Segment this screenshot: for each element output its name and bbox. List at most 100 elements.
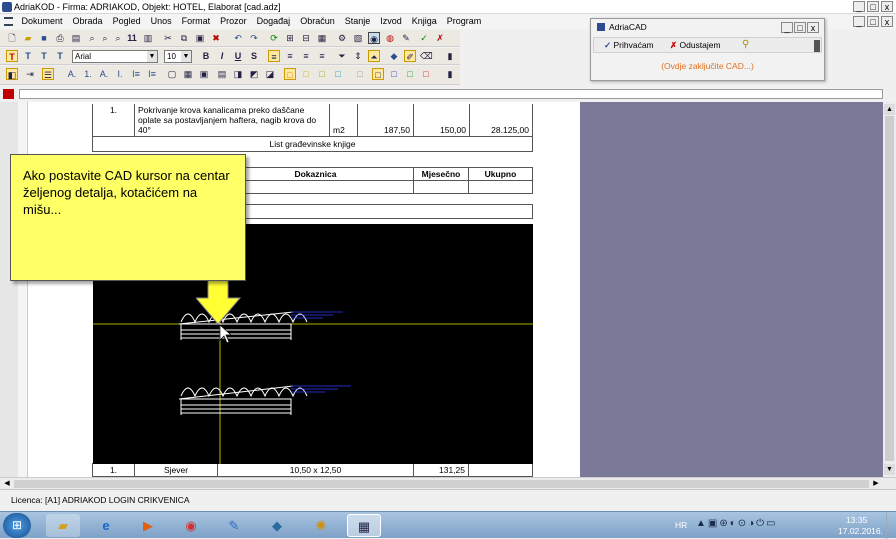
paste-icon[interactable]: ▣ <box>194 32 206 44</box>
font-select[interactable]: Arial ▼ <box>72 50 158 63</box>
numbering-lower-alpha[interactable]: A. <box>98 68 110 80</box>
show-desktop-button[interactable] <box>886 512 896 539</box>
columns-icon[interactable]: ▥ <box>142 32 154 44</box>
numbering-style-5[interactable]: I≡ <box>130 68 142 80</box>
italic-button[interactable]: I <box>216 50 228 62</box>
print-icon[interactable]: ⎙ <box>54 32 66 44</box>
horizontal-scrollbar[interactable]: ◀ ▶ <box>0 477 896 489</box>
accept-button[interactable]: ✓ Prihvaćam <box>604 40 654 51</box>
size-select[interactable]: 10 ▼ <box>164 50 192 63</box>
numbering-roman[interactable]: I. <box>114 68 126 80</box>
clock-date[interactable]: 17.02.2016. <box>838 526 883 536</box>
paint-icon[interactable]: ✎ <box>217 514 251 537</box>
camera-icon[interactable]: ◍ <box>384 32 396 44</box>
color-green-icon[interactable]: □ <box>404 68 416 80</box>
zoom-in-icon[interactable]: ⌕ <box>112 32 124 44</box>
zoom-page-icon[interactable]: ⌕ <box>86 32 98 44</box>
cancel-button[interactable]: ✗ Odustajem <box>670 40 721 51</box>
underline-button[interactable]: U <box>232 50 244 62</box>
fill-tool-icon[interactable]: ◧ <box>6 68 18 80</box>
border-style-1-icon[interactable]: ▤ <box>216 68 228 80</box>
copy-icon[interactable]: ⧉ <box>178 32 190 44</box>
bold-button[interactable]: B <box>200 50 212 62</box>
color-red-icon[interactable]: □ <box>420 68 432 80</box>
menu-obracun[interactable]: Obračun <box>295 14 340 26</box>
color-yellow-icon[interactable]: □ <box>300 68 312 80</box>
properties-icon[interactable]: ⚙ <box>336 32 348 44</box>
app-window-icon[interactable]: ◆ <box>260 514 294 537</box>
scroll-right-icon[interactable]: ▶ <box>871 479 881 489</box>
align-center-icon[interactable]: ≡ <box>284 50 296 62</box>
valign-middle-icon[interactable]: ⇕ <box>352 50 364 62</box>
color-orange-icon[interactable]: □ <box>284 68 296 80</box>
doc-minimize-button[interactable]: _ <box>853 16 865 27</box>
scroll-down-icon[interactable]: ▼ <box>884 464 895 475</box>
valign-bottom-icon[interactable]: ⏷ <box>336 50 348 62</box>
doc-close-button[interactable]: x <box>881 16 893 27</box>
scroll-left-icon[interactable]: ◀ <box>2 479 12 489</box>
numbering-arabic[interactable]: 1. <box>82 68 94 80</box>
color-black-icon[interactable]: □ <box>372 68 384 80</box>
color-lime-icon[interactable]: □ <box>316 68 328 80</box>
table-row[interactable]: 1. Pokrivanje krova kanalicama preko daš… <box>92 104 533 137</box>
toolbar-grip-icon[interactable] <box>814 40 820 52</box>
settings-app-icon[interactable]: ✺ <box>304 514 338 537</box>
list-icon[interactable]: ☰ <box>42 68 54 80</box>
file-explorer-icon[interactable]: ▰ <box>46 514 80 537</box>
save-icon[interactable]: ■ <box>38 32 50 44</box>
eraser-icon[interactable]: ⌫ <box>420 50 433 62</box>
minimize-button[interactable]: _ <box>853 1 865 12</box>
vertical-scrollbar[interactable]: ▲ ▼ <box>883 102 896 477</box>
maximize-button[interactable]: □ <box>867 1 879 12</box>
refresh-icon[interactable]: ⟳ <box>268 32 280 44</box>
image-icon[interactable]: ▧ <box>352 32 364 44</box>
text-style-button-1[interactable]: T <box>6 50 18 62</box>
menu-dokument[interactable]: Dokument <box>17 14 68 26</box>
toolbar-grip-icon[interactable]: ▮ <box>444 50 456 62</box>
clock-time[interactable]: 13:35 <box>846 515 867 525</box>
menu-unos[interactable]: Unos <box>146 14 177 26</box>
text-style-button-2[interactable]: T <box>22 50 34 62</box>
fill-color-icon[interactable]: ◆ <box>388 50 400 62</box>
adriacad-minimize-button[interactable]: _ <box>781 22 793 33</box>
border-all-icon[interactable]: ▦ <box>182 68 194 80</box>
help-icon[interactable]: ⚲ <box>742 39 749 50</box>
scroll-up-icon[interactable]: ▲ <box>884 104 895 115</box>
chrome-icon[interactable]: ◉ <box>174 514 208 537</box>
undo-icon[interactable]: ↶ <box>232 32 244 44</box>
insert-row-icon[interactable]: ⊞ <box>284 32 296 44</box>
page-number-icon[interactable]: 11 <box>126 32 138 44</box>
tray-icons[interactable]: ▲▣⊛◐⊙◑⏻▭ <box>696 518 778 529</box>
menu-obrada[interactable]: Obrada <box>68 14 108 26</box>
color-cyan-icon[interactable]: □ <box>332 68 344 80</box>
adriacad-close-button[interactable]: x <box>807 22 819 33</box>
toolbar-grip-icon[interactable]: ▮ <box>444 68 456 80</box>
menu-program[interactable]: Program <box>442 14 487 26</box>
color-gray-icon[interactable]: □ <box>354 68 366 80</box>
border-none-icon[interactable]: ▢ <box>166 68 178 80</box>
table-icon[interactable]: ▦ <box>316 32 328 44</box>
cad-icon[interactable]: ◉ <box>368 32 380 44</box>
start-button[interactable]: ⊞ <box>3 513 31 538</box>
hscroll-thumb[interactable] <box>14 480 869 488</box>
menu-stanje[interactable]: Stanje <box>340 14 376 26</box>
scroll-thumb[interactable] <box>885 116 894 461</box>
text-style-button-4[interactable]: T <box>54 50 66 62</box>
menu-knjiga[interactable]: Knjiga <box>407 14 442 26</box>
preview-icon[interactable]: ▤ <box>70 32 82 44</box>
check-icon[interactable]: ✓ <box>418 32 430 44</box>
media-player-icon[interactable]: ▶ <box>131 514 165 537</box>
strike-button[interactable]: S <box>248 50 260 62</box>
indent-icon[interactable]: ⇥ <box>24 68 36 80</box>
menu-dogadaj[interactable]: Događaj <box>252 14 296 26</box>
border-bottom-icon[interactable]: ▣ <box>198 68 210 80</box>
table-row[interactable]: 1. Sjever 10,50 x 12,50 131,25 <box>92 463 533 477</box>
border-style-2-icon[interactable]: ◨ <box>232 68 244 80</box>
numbering-style-6[interactable]: I≡ <box>146 68 158 80</box>
adriakod-taskbar-icon[interactable]: ▦ <box>347 514 381 537</box>
delete-icon[interactable]: ✖ <box>210 32 222 44</box>
cell-input[interactable] <box>19 89 883 99</box>
menu-format[interactable]: Format <box>177 14 216 26</box>
align-justify-icon[interactable]: ≡ <box>316 50 328 62</box>
menu-prozor[interactable]: Prozor <box>215 14 252 26</box>
